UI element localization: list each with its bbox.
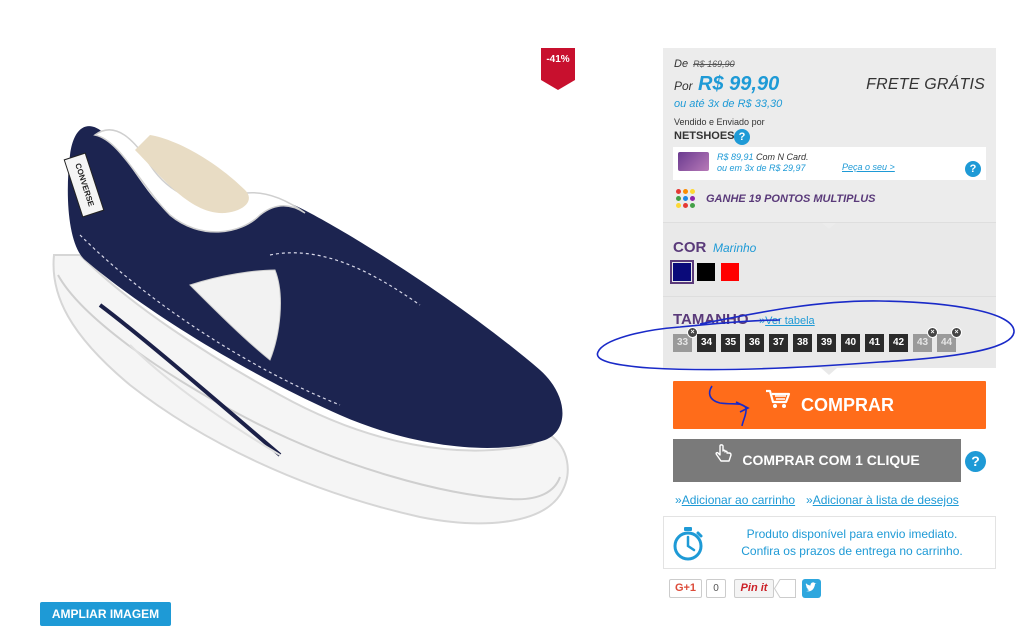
add-wishlist-prefix: »	[806, 493, 813, 507]
add-to-wishlist-link[interactable]: »Adicionar à lista de desejos	[806, 493, 959, 507]
one-click-help-icon[interactable]: ?	[965, 451, 986, 472]
de-label: De	[674, 58, 689, 70]
size-option[interactable]: 41	[865, 334, 884, 352]
sold-by-label: Vendido e Enviado por	[674, 117, 765, 127]
ncard-price-line: R$ 89,91 Com N Card.	[717, 152, 809, 162]
price-area: De R$ 169,90 Por R$ 99,90 FRETE GRÁTIS o…	[663, 48, 996, 222]
color-selected-name: Marinho	[713, 241, 757, 255]
buy-button[interactable]: COMPRAR	[673, 381, 986, 429]
por-label: Por	[674, 79, 693, 93]
size-option[interactable]: 43 ×	[913, 327, 938, 352]
size-option[interactable]: 38	[793, 334, 812, 352]
product-image[interactable]: CONVERSE	[40, 95, 580, 535]
zoom-image-button[interactable]: AMPLIAR IMAGEM	[40, 602, 171, 626]
current-price: R$ 99,90	[698, 73, 780, 95]
one-click-buy-button[interactable]: COMPRAR COM 1 CLIQUE	[673, 439, 961, 482]
size-label: 44	[940, 337, 953, 348]
size-table-link[interactable]: »Ver tabela	[759, 315, 815, 327]
size-title: TAMANHO	[673, 311, 749, 328]
color-swatch-red[interactable]	[721, 263, 739, 281]
discount-label: -41%	[546, 54, 570, 65]
stopwatch-icon	[672, 527, 704, 561]
ncard-help-icon[interactable]: ?	[965, 161, 981, 177]
unavailable-icon: ×	[951, 327, 962, 338]
add-cart-label: Adicionar ao carrinho	[681, 493, 796, 507]
size-label: 43	[916, 337, 929, 348]
shipping-line-1: Produto disponível para envio imediato.	[746, 527, 958, 541]
shipping-info-box: Produto disponível para envio imediato. …	[663, 516, 996, 569]
size-label: 33	[676, 337, 689, 348]
ncard-label: Com N Card.	[753, 152, 809, 162]
color-swatch-black[interactable]	[697, 263, 715, 281]
size-option[interactable]: 42	[889, 334, 908, 352]
product-page: CONVERSE -41% AMPLIAR IMAGEM De R$ 169,9…	[0, 0, 1034, 631]
twitter-bird-icon	[805, 582, 817, 592]
google-plus-count: 0	[706, 579, 726, 598]
buy-label: COMPRAR	[801, 395, 894, 415]
installments: ou até 3x de R$ 33,30	[674, 98, 783, 110]
seller-label: NETSHOES	[674, 130, 735, 142]
multiplus-points: GANHE 19 PONTOS MULTIPLUS	[706, 193, 876, 205]
color-selector: COR Marinho	[663, 222, 996, 296]
ncard-price: R$ 89,91	[717, 152, 754, 162]
credit-card-icon	[678, 152, 709, 171]
size-option[interactable]: 44 ×	[937, 327, 962, 352]
section-divider-arrow	[821, 368, 837, 375]
color-swatch-navy[interactable]	[670, 260, 694, 284]
cart-icon	[765, 380, 791, 428]
seller-help-icon[interactable]: ?	[734, 129, 750, 145]
seller-name: NETSHOES ?	[674, 129, 750, 145]
size-option[interactable]: 33 ×	[673, 327, 698, 352]
shipping-info-text: Produto disponível para envio imediato. …	[714, 526, 990, 560]
discount-badge: -41%	[541, 48, 575, 90]
ncard-request-link[interactable]: Peça o seu >	[842, 162, 895, 172]
size-option[interactable]: 36	[745, 334, 764, 352]
old-price: R$ 169,90	[693, 59, 735, 69]
add-wishlist-label: Adicionar à lista de desejos	[812, 493, 959, 507]
ncard-offer: R$ 89,91 Com N Card. ou em 3x de R$ 29,9…	[673, 147, 986, 180]
current-price-line: Por R$ 99,90	[674, 73, 779, 96]
size-option[interactable]: 34	[697, 334, 716, 352]
buy-box: De R$ 169,90 Por R$ 99,90 FRETE GRÁTIS o…	[663, 48, 996, 375]
size-option[interactable]: 39	[817, 334, 836, 352]
one-click-label: COMPRAR COM 1 CLIQUE	[742, 452, 920, 468]
pointer-hand-icon	[714, 438, 734, 481]
add-cart-prefix: »	[675, 493, 682, 507]
shoe-illustration: CONVERSE	[52, 126, 569, 525]
free-shipping: FRETE GRÁTIS	[866, 76, 985, 93]
pinterest-count	[773, 579, 796, 598]
add-to-cart-link[interactable]: »Adicionar ao carrinho	[675, 493, 795, 507]
size-table-label[interactable]: Ver tabela	[765, 315, 815, 327]
twitter-button[interactable]	[802, 579, 821, 598]
shipping-line-2: Confira os prazos de entrega no carrinho…	[741, 544, 963, 558]
size-option[interactable]: 35	[721, 334, 740, 352]
multiplus-icon	[676, 189, 696, 209]
color-title: COR	[673, 239, 707, 256]
google-plus-button[interactable]: G+1	[669, 579, 702, 598]
size-selector: TAMANHO »Ver tabela 33 × 34 35 36 37 38 3…	[663, 296, 996, 368]
pinterest-button[interactable]: Pin it	[734, 579, 774, 598]
old-price-line: De R$ 169,90	[674, 58, 735, 70]
size-option[interactable]: 37	[769, 334, 788, 352]
size-option[interactable]: 40	[841, 334, 860, 352]
ncard-installments: ou em 3x de R$ 29,97	[717, 163, 806, 173]
